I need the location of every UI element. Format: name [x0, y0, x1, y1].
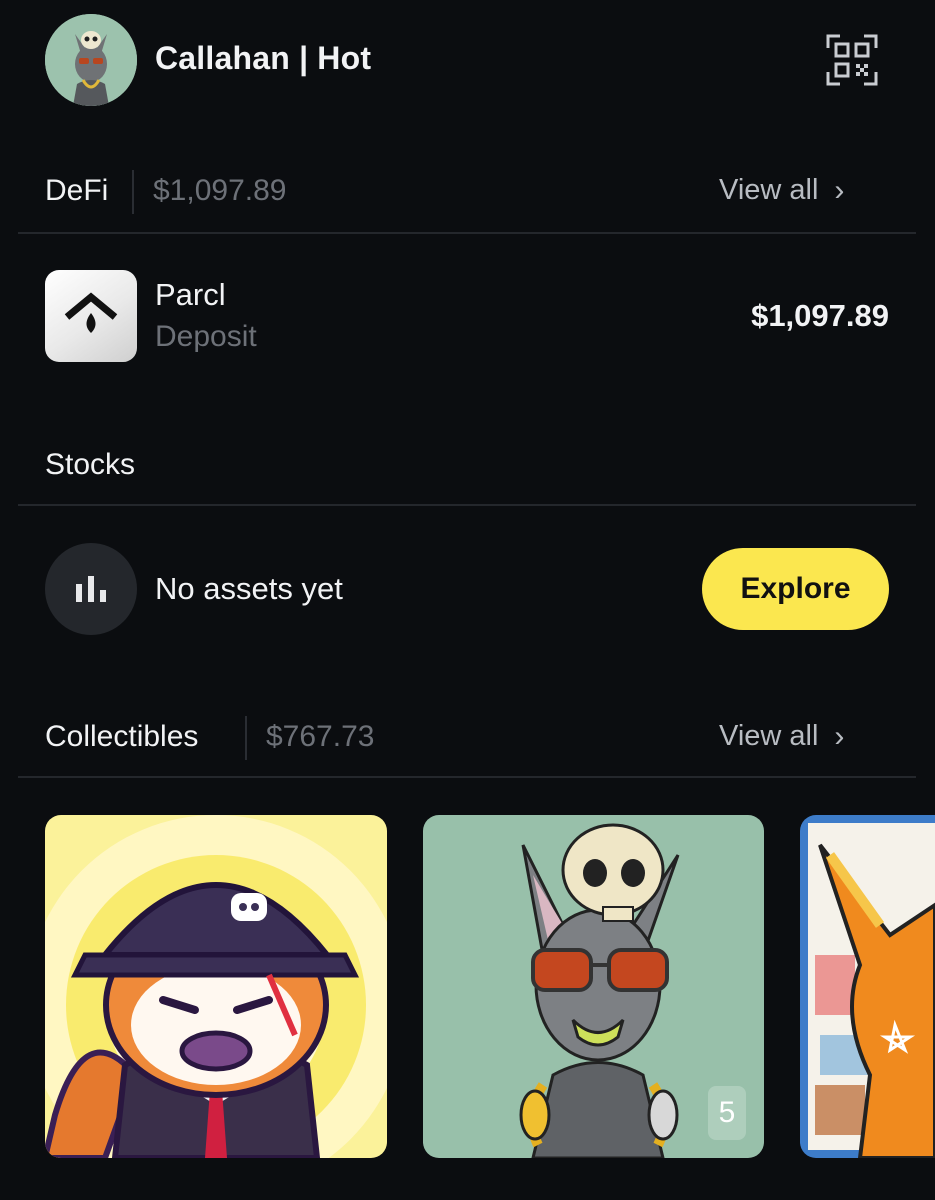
stocks-empty-text: No assets yet [155, 571, 343, 606]
collectibles-total-value: $767.73 [266, 720, 375, 753]
section-divider-line [18, 776, 916, 778]
defi-item-subtitle: Deposit [155, 320, 257, 353]
defi-section-title: DeFi [45, 174, 109, 207]
defi-view-all-link[interactable]: View all › [719, 174, 844, 207]
section-divider [245, 716, 247, 760]
bar-chart-icon [76, 576, 106, 602]
collectible-card-skull-cat[interactable]: 5 [423, 815, 764, 1158]
collectibles-view-all-link[interactable]: View all › [719, 720, 844, 753]
section-divider-line [18, 504, 916, 506]
explore-button[interactable]: Explore [702, 548, 889, 630]
stocks-placeholder-icon [45, 543, 137, 635]
stocks-section-title: Stocks [45, 448, 136, 481]
fox-in-cap-image [45, 815, 387, 1158]
section-divider [132, 170, 134, 214]
qr-code-button[interactable] [826, 34, 878, 86]
collection-count-badge: 5 [708, 1086, 746, 1140]
defi-item-name[interactable]: Parcl [155, 277, 226, 313]
defi-item-value: $1,097.89 [751, 298, 889, 333]
qr-code-icon [826, 34, 878, 86]
collectible-card-orange-fox-painting[interactable] [800, 815, 935, 1158]
defi-total-value: $1,097.89 [153, 174, 287, 207]
chevron-right-icon: › [834, 719, 845, 753]
chevron-right-icon: › [834, 173, 845, 207]
account-avatar[interactable] [45, 14, 137, 106]
skull-cat-avatar-icon [45, 14, 137, 106]
account-name[interactable]: Callahan | Hot [155, 40, 371, 77]
view-all-label: View all [719, 174, 819, 206]
parcl-logo-icon [64, 292, 118, 333]
collectibles-section-title: Collectibles [45, 720, 199, 753]
collectible-card-fox-in-cap[interactable] [45, 815, 387, 1158]
orange-fox-painting-image [800, 815, 935, 1158]
view-all-label: View all [719, 720, 819, 752]
section-divider-line [18, 232, 916, 234]
parcl-logo[interactable] [45, 270, 137, 362]
